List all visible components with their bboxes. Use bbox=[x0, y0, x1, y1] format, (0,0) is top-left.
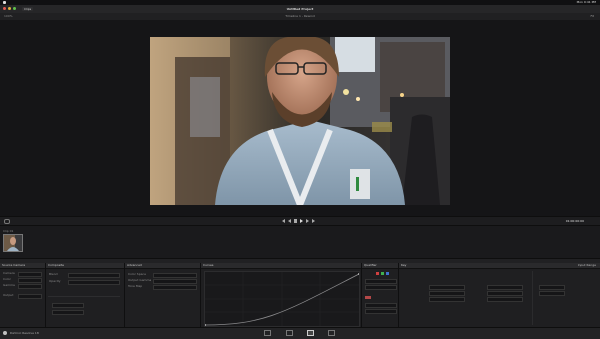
transport-bar: 01:00:00:00 bbox=[0, 216, 600, 225]
output-field[interactable] bbox=[18, 294, 42, 299]
key-field-5[interactable] bbox=[487, 291, 523, 296]
go-start-icon[interactable] bbox=[282, 219, 285, 223]
page-navigation-bar: DaVinci Resolve 18 bbox=[0, 327, 600, 339]
timecode-display[interactable]: 01:00:00:00 bbox=[566, 219, 584, 223]
color-field[interactable] bbox=[18, 278, 42, 283]
step-forward-icon[interactable] bbox=[306, 219, 309, 223]
key-field-3[interactable] bbox=[429, 297, 465, 302]
key-field-1[interactable] bbox=[429, 285, 465, 290]
page-media-icon[interactable] bbox=[264, 330, 271, 336]
output-label: Output bbox=[3, 293, 14, 297]
play-icon[interactable] bbox=[300, 219, 303, 223]
color-label: Color bbox=[3, 277, 11, 281]
qualifier-field-2[interactable] bbox=[365, 285, 397, 290]
video-frame[interactable] bbox=[150, 37, 450, 205]
key-divider bbox=[532, 271, 533, 325]
go-end-icon[interactable] bbox=[312, 219, 315, 223]
input-range-label: Input Range bbox=[577, 263, 596, 267]
output-gamma-label: Output Gamma bbox=[128, 278, 152, 282]
thumbnail-image bbox=[4, 235, 22, 251]
opacity-label: Opacity bbox=[49, 279, 61, 283]
gamma-label: Gamma bbox=[3, 283, 15, 287]
blue-channel-swatch[interactable] bbox=[386, 272, 389, 275]
key-field-7[interactable] bbox=[539, 285, 565, 290]
key-field-4[interactable] bbox=[487, 285, 523, 290]
gamma-field[interactable] bbox=[18, 284, 42, 289]
curve-svg bbox=[204, 272, 360, 326]
step-back-icon[interactable] bbox=[288, 219, 291, 223]
qualifier-panel: Qualifier bbox=[362, 263, 399, 327]
tone-map-field[interactable] bbox=[153, 285, 197, 290]
qualifier-highlight[interactable] bbox=[365, 296, 371, 299]
composite-panel: Composite Blend Opacity bbox=[46, 263, 125, 327]
key-field-8[interactable] bbox=[539, 291, 565, 296]
red-channel-swatch[interactable] bbox=[376, 272, 379, 275]
qualifier-title: Qualifier bbox=[362, 263, 398, 269]
composite-extra-field-2[interactable] bbox=[52, 310, 84, 315]
davinci-logo-icon bbox=[3, 331, 7, 335]
curves-panel: Curves bbox=[201, 263, 362, 327]
app-version-label: DaVinci Resolve 18 bbox=[10, 331, 39, 335]
advanced-title: Advanced bbox=[125, 263, 200, 269]
green-channel-swatch[interactable] bbox=[381, 272, 384, 275]
key-field-2[interactable] bbox=[429, 291, 465, 296]
advanced-panel: Advanced Color Space Output Gamma Tone M… bbox=[125, 263, 201, 327]
composite-title: Composite bbox=[46, 263, 124, 269]
color-space-field[interactable] bbox=[153, 273, 197, 278]
output-gamma-field[interactable] bbox=[153, 279, 197, 284]
loop-icon[interactable] bbox=[4, 219, 10, 224]
composite-extra-field-1[interactable] bbox=[52, 303, 84, 308]
apple-icon[interactable] bbox=[3, 1, 6, 4]
qualifier-field-3[interactable] bbox=[365, 303, 397, 308]
camera-field[interactable] bbox=[18, 272, 42, 277]
clip-thumbnail-strip: Clip 01 bbox=[0, 225, 600, 259]
video-frame-image bbox=[150, 37, 450, 205]
project-title: Untitled Project bbox=[286, 7, 314, 11]
key-field-6[interactable] bbox=[487, 297, 523, 302]
page-fusion-icon[interactable] bbox=[328, 330, 335, 336]
timeline-name: Timeline 1 - Rewind bbox=[285, 14, 315, 18]
source-camera-panel: Source Camera Camera Color Gamma Output bbox=[0, 263, 46, 327]
qualifier-field-1[interactable] bbox=[365, 279, 397, 284]
color-space-label: Color Space bbox=[128, 272, 146, 276]
clip-thumbnail-label: Clip 01 bbox=[3, 229, 14, 233]
page-cut-icon[interactable] bbox=[286, 330, 293, 336]
source-camera-title: Source Camera bbox=[0, 263, 45, 269]
qualifier-field-4[interactable] bbox=[365, 309, 397, 314]
blend-field[interactable] bbox=[68, 273, 120, 278]
key-title: Key bbox=[399, 263, 600, 269]
key-panel: Key Input Range bbox=[399, 263, 600, 327]
opacity-field[interactable] bbox=[68, 280, 120, 285]
stop-icon[interactable] bbox=[294, 219, 297, 223]
clip-thumbnail[interactable] bbox=[3, 234, 23, 252]
camera-label: Camera bbox=[3, 271, 15, 275]
composite-divider bbox=[48, 296, 120, 297]
fit-dropdown[interactable]: Fit bbox=[590, 14, 594, 18]
tone-map-label: Tone Map bbox=[128, 284, 143, 288]
page-edit-icon[interactable] bbox=[307, 330, 314, 336]
blend-label: Blend bbox=[49, 272, 58, 276]
curves-title: Curves bbox=[201, 263, 361, 269]
curve-graph[interactable] bbox=[204, 271, 360, 327]
